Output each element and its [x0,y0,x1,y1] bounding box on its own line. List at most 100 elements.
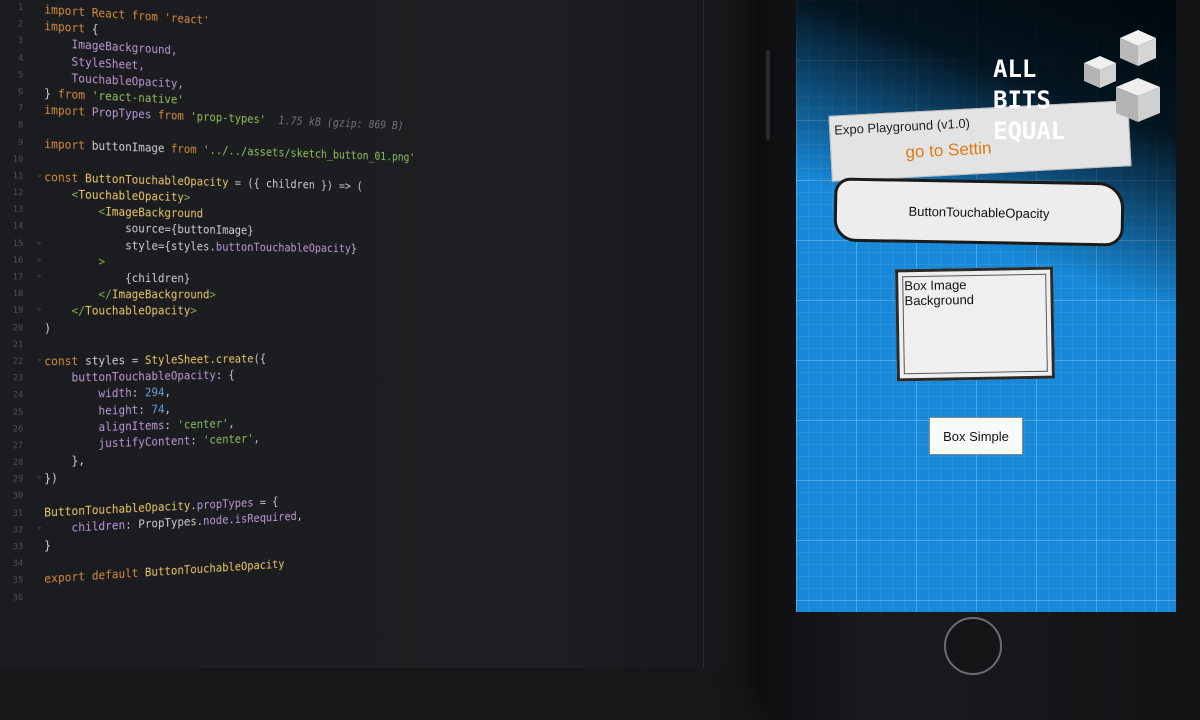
code-token: buttonImage [92,139,171,155]
line-number: 6 [4,83,23,101]
code-text: ) [44,320,51,337]
box-simple-button[interactable]: Box Simple [929,417,1023,455]
fold-marker-icon[interactable]: ⌔ [37,471,42,488]
cube-icon-bottom [1116,78,1160,122]
code-token: import [44,137,92,152]
code-text: {children} [44,270,190,287]
code-token: TouchableOpacity [78,188,184,204]
go-to-settings-link[interactable]: go to Settin [905,138,992,162]
fold-marker-icon[interactable]: ⌔ [37,521,42,538]
code-line[interactable]: 18 </ImageBackground> [0,286,632,303]
line-number: 11 [4,168,23,185]
line-number: 14 [4,219,23,236]
code-token: PropTypes [92,105,158,121]
code-token: buttonTouchableOpacity [44,369,216,385]
home-button[interactable] [944,617,1002,675]
line-number: 24 [4,388,23,405]
fold-marker-icon[interactable]: ⌔ [37,236,42,253]
code-token: , [164,402,170,415]
line-number: 2 [4,16,23,34]
line-number: 35 [4,573,23,591]
line-number: 23 [4,371,23,388]
code-token: ={ [158,239,171,252]
code-token: ImageBackground [105,205,203,220]
code-token: 'react-native' [92,89,184,107]
fold-marker-icon[interactable]: ⌔ [37,169,42,186]
code-token: 'center' [177,417,228,432]
line-number: 30 [4,489,23,507]
code-editor[interactable]: 1 import React from 'react' 2 import {3 Ima… [0,0,780,668]
line-number: 17 [4,270,23,287]
code-token: 294 [145,386,165,400]
code-token: }) [44,471,58,485]
code-text: }) [44,470,58,487]
code-token: styles. [171,239,216,253]
fold-marker-icon[interactable]: ⌔ [37,303,42,320]
code-token: < [44,204,105,219]
code-token: import [44,19,92,36]
code-token: {children} [44,271,190,285]
code-token: } [247,224,253,237]
line-number: 15 [4,236,23,253]
line-number: 10 [4,151,23,169]
line-number: 25 [4,404,23,421]
line-number: 32 [4,522,23,540]
code-token: source [44,221,164,237]
code-token: 74 [151,402,164,416]
code-token: children [266,177,321,191]
code-text: </TouchableOpacity> [44,303,197,320]
code-token: import [44,103,92,119]
line-number: 29 [4,472,23,490]
code-token: < [44,187,78,201]
code-token: from [58,87,92,102]
code-token: ButtonTouchableOpacity [85,172,235,190]
fold-marker-icon[interactable]: ⌔ [37,253,42,270]
box-image-background: Box Image Background [895,267,1055,382]
line-number: 36 [4,590,23,608]
code-token: from [158,108,190,123]
fold-marker-icon[interactable]: ⌔ [37,354,42,371]
line-number: 1 [4,0,23,17]
line-number: 8 [4,117,23,135]
line-number: 9 [4,134,23,152]
code-token: StyleSheet. [145,353,216,367]
line-number: 19 [4,303,23,320]
code-token: buttonImage [177,223,247,237]
line-number: 21 [4,337,23,354]
code-token: </ [44,288,112,302]
line-number: 12 [4,185,23,202]
brand-logo: ALL BITS EQUAL [993,54,1065,147]
line-number: 33 [4,539,23,557]
line-number: 27 [4,438,23,456]
code-token: buttonTouchableOpacity [216,240,351,255]
button-touchable-opacity[interactable]: ButtonTouchableOpacity [833,177,1124,246]
code-text: }, [44,453,85,471]
code-token: ={ [164,223,177,236]
line-number: 26 [4,421,23,438]
line-number: 28 [4,455,23,473]
line-number: 4 [4,50,23,68]
fold-marker-icon[interactable]: ⌔ [37,270,42,287]
app-title: Expo Playground (v1.0) [834,116,970,138]
brand-line-1: ALL [993,54,1065,85]
code-token: const [44,170,85,185]
code-token: ({ [254,352,266,365]
code-token: = { [260,495,279,509]
code-token: , [297,509,303,522]
line-number: 3 [4,33,23,51]
code-token: ) [44,321,51,335]
code-token: 'prop-types' [190,110,266,126]
code-token: styles [85,354,132,368]
code-token: propTypes [197,495,260,511]
line-number: 31 [4,505,23,523]
code-area[interactable]: 1 import React from 'react' 2 import {3 Ima… [0,0,632,608]
line-number: 34 [4,556,23,574]
cubes-logo-icon [1080,26,1180,136]
code-token: }, [44,454,85,469]
line-number: 5 [4,67,23,85]
line-number: 16 [4,253,23,270]
code-token: TouchableOpacity [85,304,190,318]
line-number: 13 [4,202,23,219]
code-token: > [44,254,105,268]
code-token: : { [216,368,235,381]
